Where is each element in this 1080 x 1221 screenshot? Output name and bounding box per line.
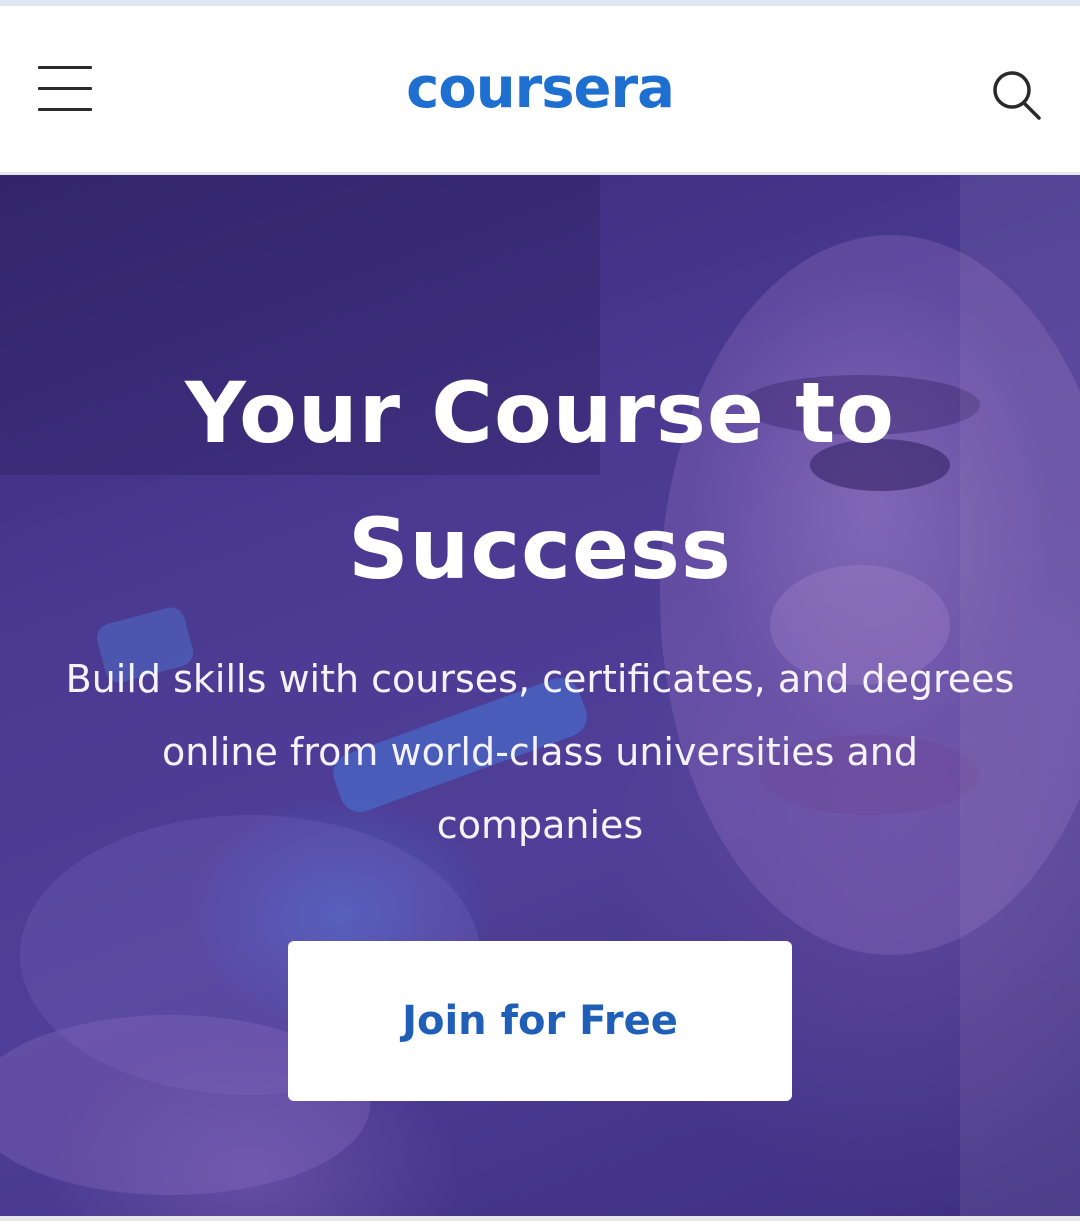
hero-subtitle-line-3: companies: [436, 803, 644, 847]
hero-title-line-2: Success: [348, 500, 732, 598]
menu-bar: [38, 66, 92, 69]
hero-subtitle-line-2: online from world-class universities and: [161, 730, 919, 774]
coursera-logo[interactable]: coursera: [390, 54, 690, 124]
hero-banner: Your Course to Success Build skills with…: [0, 175, 1080, 1221]
menu-bar: [38, 108, 92, 111]
bottom-divider: [0, 1216, 1080, 1221]
hero-title-line-1: Your Course to: [185, 364, 895, 462]
join-for-free-button[interactable]: Join for Free: [288, 941, 792, 1101]
menu-bar: [38, 87, 92, 90]
hero-subtitle-line-1: Build skills with courses, certificates,…: [65, 657, 1015, 701]
hero-subtitle: Build skills with courses, certificates,…: [50, 643, 1030, 862]
site-header: coursera: [0, 6, 1080, 175]
search-button[interactable]: [986, 66, 1046, 126]
page: coursera Your Course to Success Build sk…: [0, 0, 1080, 1221]
hero-title: Your Course to Success: [60, 345, 1020, 617]
hamburger-menu-button[interactable]: [36, 62, 96, 112]
search-icon: [993, 71, 1041, 120]
